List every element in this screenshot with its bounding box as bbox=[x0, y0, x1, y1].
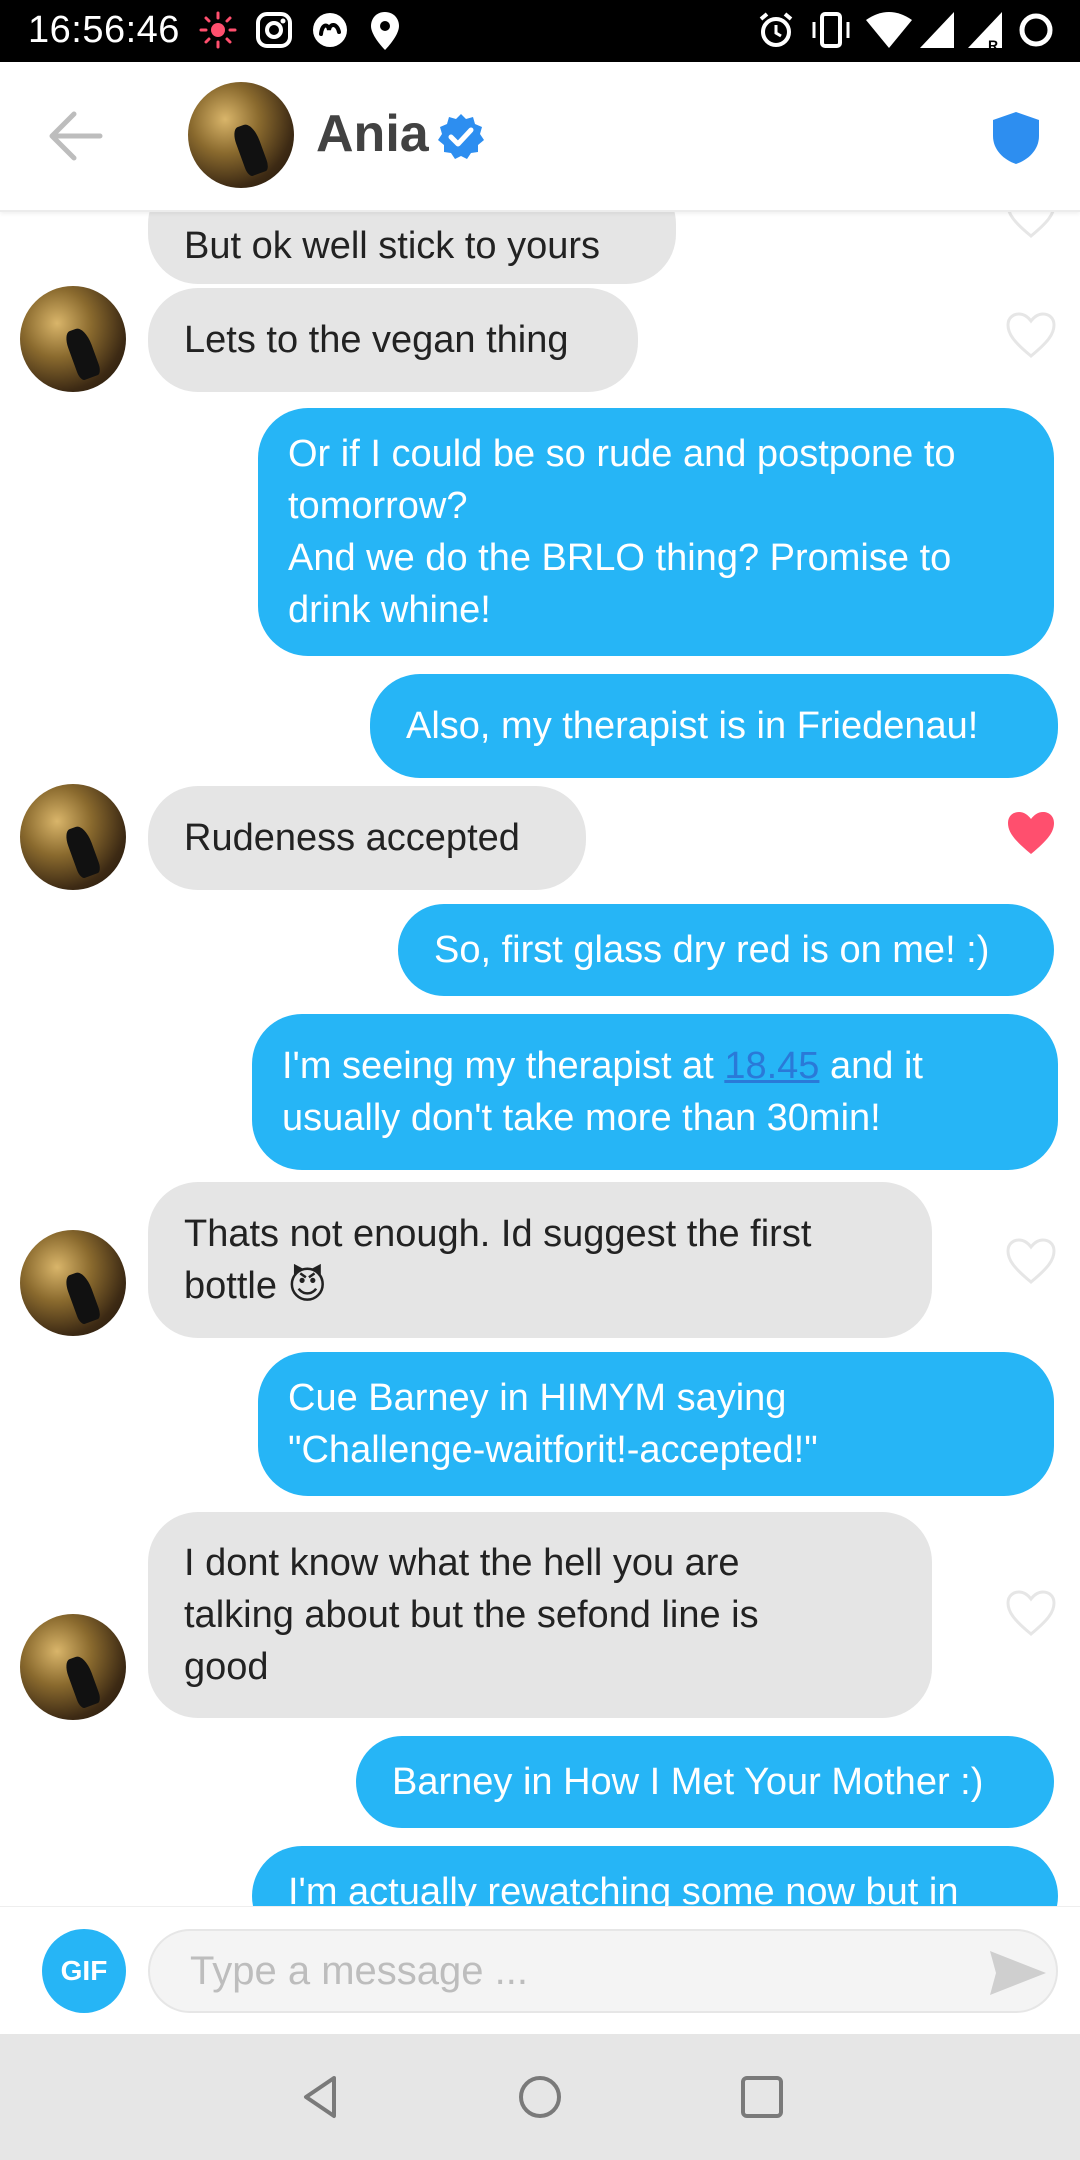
contact-avatar-small[interactable] bbox=[20, 1614, 126, 1720]
message-bubble-sent[interactable]: Barney in How I Met Your Mother :) bbox=[356, 1736, 1054, 1828]
tinder-notification-icon bbox=[313, 13, 347, 47]
message-bubble-sent[interactable]: Also, my therapist is in Friedenau! bbox=[370, 674, 1058, 778]
back-arrow-icon[interactable] bbox=[44, 108, 104, 164]
contact-name[interactable]: Ania bbox=[316, 104, 429, 164]
status-bar: 16:56:46 R bbox=[0, 0, 1080, 62]
contact-avatar-small[interactable] bbox=[20, 286, 126, 392]
recents-nav-icon[interactable] bbox=[737, 2072, 787, 2122]
sun-notification-icon bbox=[199, 11, 237, 49]
cell-signal-icon bbox=[920, 12, 954, 48]
heart-filled-icon[interactable] bbox=[1004, 808, 1058, 858]
contact-avatar-small[interactable] bbox=[20, 784, 126, 890]
back-nav-icon[interactable] bbox=[296, 2072, 346, 2122]
vibrate-icon bbox=[812, 12, 850, 48]
chat-header: Ania bbox=[0, 62, 1080, 212]
message-bubble-received[interactable]: I dont know what the hell you are talkin… bbox=[148, 1512, 932, 1718]
contact-avatar[interactable] bbox=[188, 82, 294, 188]
message-bubble-sent[interactable]: Cue Barney in HIMYM saying "Challenge-wa… bbox=[258, 1352, 1054, 1496]
send-icon[interactable] bbox=[988, 1947, 1048, 1999]
verified-badge-icon bbox=[438, 114, 484, 159]
time-link[interactable]: 18.45 bbox=[724, 1045, 819, 1087]
message-list[interactable]: But ok well stick to yours Lets to the v… bbox=[0, 210, 1080, 1906]
devil-emoji: 😈 bbox=[287, 1265, 328, 1307]
message-bubble-sent[interactable]: I'm seeing my therapist at 18.45 and it … bbox=[252, 1014, 1058, 1170]
gif-button[interactable]: GIF bbox=[42, 1929, 126, 2013]
message-bubble-sent[interactable]: Or if I could be so rude and postpone to… bbox=[258, 408, 1054, 656]
message-input[interactable] bbox=[148, 1929, 1058, 2013]
system-nav-bar bbox=[0, 2034, 1080, 2160]
cell-signal-roaming-icon: R bbox=[968, 12, 1002, 52]
status-time: 16:56:46 bbox=[28, 9, 180, 51]
message-bubble-received[interactable]: Lets to the vegan thing bbox=[148, 288, 638, 392]
message-bubble-sent[interactable]: So, first glass dry red is on me! :) bbox=[398, 904, 1054, 996]
instagram-icon bbox=[256, 12, 292, 48]
message-bubble-received[interactable]: But ok well stick to yours bbox=[148, 210, 676, 284]
safety-shield-icon[interactable] bbox=[990, 110, 1042, 166]
location-icon bbox=[371, 12, 399, 50]
heart-outline-icon[interactable] bbox=[1004, 1588, 1058, 1638]
wifi-icon bbox=[866, 12, 912, 48]
heart-outline-icon[interactable] bbox=[1004, 1236, 1058, 1286]
heart-outline-icon[interactable] bbox=[1004, 210, 1058, 240]
svg-text:R: R bbox=[988, 37, 998, 52]
battery-icon bbox=[1019, 13, 1053, 47]
home-nav-icon[interactable] bbox=[515, 2072, 565, 2122]
heart-outline-icon[interactable] bbox=[1004, 310, 1058, 360]
alarm-icon bbox=[759, 12, 793, 47]
message-bubble-sent[interactable]: I'm actually rewatching some now but in bbox=[252, 1846, 1058, 1906]
message-composer: GIF bbox=[0, 1906, 1080, 2035]
message-bubble-received[interactable]: Rudeness accepted bbox=[148, 786, 586, 890]
contact-avatar-small[interactable] bbox=[20, 1230, 126, 1336]
message-bubble-received[interactable]: Thats not enough. Id suggest the first b… bbox=[148, 1182, 932, 1338]
